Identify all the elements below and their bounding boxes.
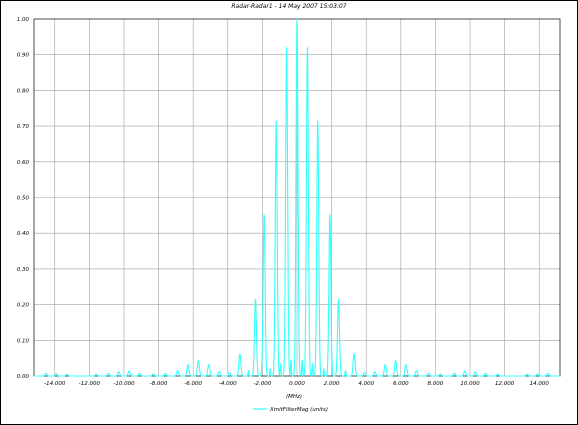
x-tick-label: 12.000 (495, 381, 515, 387)
y-tick-labels: 0.00 0.10 0.20 0.30 0.40 0.50 0.60 0.70 0.80 0.90… (17, 17, 30, 380)
x-tick-label: -6.000 (184, 381, 202, 387)
x-tick-label: -4.000 (219, 381, 237, 387)
x-tick-label: 8.000 (428, 381, 444, 387)
y-tick-label: 0.80 (17, 88, 30, 94)
x-axis-label: (MHz) (286, 394, 302, 400)
y-tick-label: 0.30 (17, 267, 30, 273)
x-tick-label: 6.000 (393, 381, 409, 387)
y-tick-label: 0.20 (17, 303, 30, 309)
x-tick-label: 4.000 (358, 381, 374, 387)
x-tick-label: -12.000 (79, 381, 101, 387)
y-tick-label: 0.60 (17, 160, 30, 166)
x-tick-label: -2.000 (254, 381, 272, 387)
x-tick-label: -10.000 (113, 381, 135, 387)
x-tick-label: -8.000 (150, 381, 168, 387)
x-tick-labels: -14.000 -12.000 -10.000 -8.000 -6.000 -4.000 -… (44, 381, 549, 387)
x-tick-label: -14.000 (44, 381, 66, 387)
y-tick-label: 0.90 (17, 53, 30, 59)
chart-title: Radar-Radar1 - 14 May 2007 15:03:07 (231, 3, 346, 10)
y-tick-label: 0.40 (17, 231, 30, 237)
legend: XmitFilterMag (units) (253, 407, 328, 413)
y-tick-label: 1.00 (17, 17, 30, 23)
legend-label: XmitFilterMag (units) (269, 407, 328, 413)
x-tick-label: 10.000 (460, 381, 480, 387)
x-tick-label: 14.000 (530, 381, 550, 387)
y-tick-label: 0.00 (17, 374, 30, 380)
chart-grid (34, 19, 560, 376)
y-tick-label: 0.70 (17, 124, 30, 130)
chart-svg: Radar-Radar1 - 14 May 2007 15:03:07 -14.… (17, 3, 561, 413)
y-tick-label: 0.50 (17, 196, 30, 202)
y-tick-label: 0.10 (17, 338, 30, 344)
x-tick-label: 0.000 (289, 381, 305, 387)
x-tick-label: 2.000 (324, 381, 340, 387)
